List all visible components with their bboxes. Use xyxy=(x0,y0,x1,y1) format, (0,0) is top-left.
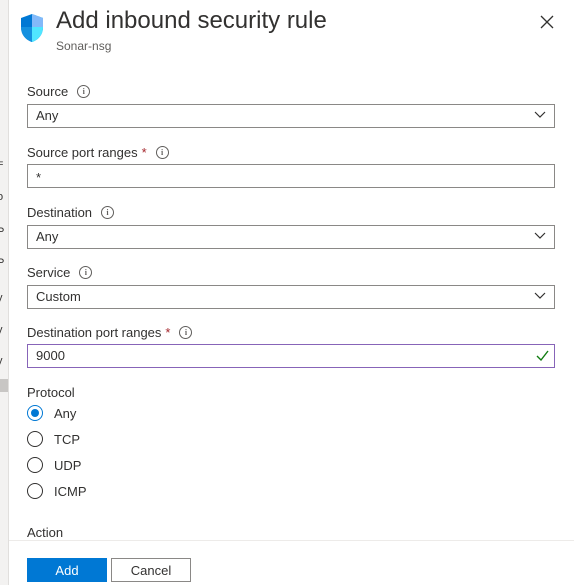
radio-button[interactable] xyxy=(27,405,43,421)
close-icon[interactable] xyxy=(537,12,557,32)
source-value: Any xyxy=(36,108,59,123)
add-button[interactable]: Add xyxy=(27,558,107,582)
destination-label: Destination xyxy=(27,205,93,220)
destination-label-row: Destination i xyxy=(27,205,115,220)
service-value: Custom xyxy=(36,289,81,304)
chevron-down-icon xyxy=(534,111,546,118)
protocol-option-tcp[interactable]: TCP xyxy=(27,431,80,447)
protocol-option-label: TCP xyxy=(54,431,80,447)
radio-button[interactable] xyxy=(27,483,43,499)
protocol-option-label: Any xyxy=(54,405,77,421)
background-fragment: o xyxy=(0,191,3,203)
service-dropdown[interactable]: Custom xyxy=(27,285,555,309)
source-dropdown[interactable]: Any xyxy=(27,104,555,128)
background-fragment: y xyxy=(0,324,3,336)
background-fragment: P xyxy=(0,257,4,269)
background-fragment: y xyxy=(0,292,3,304)
protocol-label: Protocol xyxy=(27,385,75,400)
background-bar xyxy=(0,379,8,392)
info-icon[interactable]: i xyxy=(179,326,193,339)
destination-value: Any xyxy=(36,229,59,244)
background-fragment: y xyxy=(0,355,3,367)
required-indicator: * xyxy=(165,325,171,340)
info-icon[interactable]: i xyxy=(101,206,115,219)
info-icon[interactable]: i xyxy=(77,85,91,98)
background-fragment: P xyxy=(0,226,4,238)
destination-port-ranges-input[interactable]: 9000 xyxy=(27,344,555,368)
radio-button[interactable] xyxy=(27,457,43,473)
destination-port-ranges-label: Destination port ranges xyxy=(27,325,162,340)
protocol-option-icmp[interactable]: ICMP xyxy=(27,483,87,499)
destination-dropdown[interactable]: Any xyxy=(27,225,555,249)
protocol-label-text: Protocol xyxy=(27,385,75,400)
action-label: Action xyxy=(27,525,63,540)
service-label: Service xyxy=(27,265,71,280)
background-fragment: = xyxy=(0,158,3,170)
radio-button[interactable] xyxy=(27,431,43,447)
chevron-down-icon xyxy=(534,292,546,299)
info-icon[interactable]: i xyxy=(79,266,93,279)
cancel-button[interactable]: Cancel xyxy=(111,558,191,582)
required-indicator: * xyxy=(141,145,147,160)
chevron-down-icon xyxy=(534,232,546,239)
source-label: Source xyxy=(27,84,69,99)
protocol-option-label: UDP xyxy=(54,457,82,473)
checkmark-icon xyxy=(536,350,549,361)
service-label-row: Service i xyxy=(27,265,93,280)
footer-bar: Add Cancel xyxy=(9,540,574,586)
protocol-option-any[interactable]: Any xyxy=(27,405,76,421)
source-port-ranges-value: * xyxy=(36,170,42,185)
info-icon[interactable]: i xyxy=(155,146,169,159)
source-port-ranges-label-row: Source port ranges * i xyxy=(27,145,169,160)
protocol-option-label: ICMP xyxy=(54,483,87,499)
page-title: Add inbound security rule xyxy=(56,7,327,34)
action-label-text: Action xyxy=(27,525,64,540)
shield-icon xyxy=(21,14,43,42)
protocol-option-udp[interactable]: UDP xyxy=(27,457,81,473)
source-port-ranges-label: Source port ranges xyxy=(27,145,138,160)
destination-port-ranges-label-row: Destination port ranges * i xyxy=(27,325,193,340)
source-port-ranges-input[interactable]: * xyxy=(27,164,555,188)
background-blade-strip: = o P P y y y xyxy=(0,0,9,585)
page-subtitle: Sonar-nsg xyxy=(56,39,112,53)
destination-port-ranges-value: 9000 xyxy=(36,348,65,363)
source-label-row: Source i xyxy=(27,84,91,99)
